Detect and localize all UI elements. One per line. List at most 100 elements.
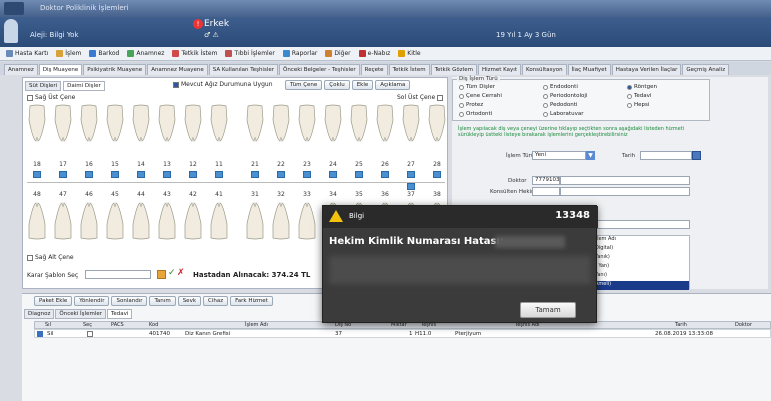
tab-sut-disleri[interactable]: Süt Dişleri bbox=[25, 81, 62, 91]
tab-5[interactable]: Önceki Belgeler - Teşhisler bbox=[279, 64, 360, 75]
tooth-13[interactable] bbox=[155, 104, 179, 142]
header-4[interactable]: İşlem Adı bbox=[245, 322, 268, 328]
konsulten-code[interactable] bbox=[532, 187, 560, 196]
tab-11[interactable]: İlaç Muafiyet bbox=[567, 64, 611, 75]
bottom-button-4[interactable]: Sevk bbox=[177, 296, 202, 306]
tooth-42[interactable] bbox=[181, 202, 205, 240]
header-3[interactable]: Kod bbox=[149, 322, 158, 328]
tooth-31[interactable] bbox=[243, 202, 267, 240]
tab-8[interactable]: Tetkik Gözlem bbox=[430, 64, 477, 75]
radio-9[interactable]: Ortodonti bbox=[459, 111, 492, 117]
tooth-43[interactable] bbox=[155, 202, 179, 240]
list-item[interactable]: (Digital) bbox=[593, 245, 689, 254]
doktor-code[interactable]: 7779103 bbox=[532, 176, 560, 185]
tab-12[interactable]: Hastaya Verilen İlaçlar bbox=[611, 64, 682, 75]
tooth-select-icon[interactable] bbox=[111, 171, 119, 178]
bottom-button-5[interactable]: Cihaz bbox=[203, 296, 229, 306]
tooth-select-icon[interactable] bbox=[251, 171, 259, 178]
tooth-46[interactable] bbox=[77, 202, 101, 240]
menu-item-3[interactable]: Anamnez bbox=[124, 49, 167, 58]
tooth-select-icon[interactable] bbox=[85, 171, 93, 178]
tooth-48[interactable] bbox=[25, 202, 49, 240]
list-item[interactable]: (Yanı) bbox=[593, 272, 689, 281]
menu-item-1[interactable]: İşlem bbox=[53, 49, 84, 58]
alert-icon[interactable]: ! bbox=[193, 19, 203, 29]
tab-4[interactable]: SA Kullanılan Teşhisler bbox=[208, 64, 279, 75]
radio-2[interactable]: Röntgen bbox=[627, 84, 657, 90]
sag-alt-checkbox[interactable]: Sağ Alt Çene bbox=[27, 254, 74, 261]
select-checkbox[interactable] bbox=[87, 331, 93, 337]
sol-ust-checkbox[interactable]: Sol Üst Çene bbox=[397, 94, 444, 101]
tab-0[interactable]: Anamnez bbox=[4, 64, 38, 75]
tooth-14[interactable] bbox=[129, 104, 153, 142]
tooth-33[interactable] bbox=[295, 202, 319, 240]
tooth-25[interactable] bbox=[347, 104, 371, 142]
tooth-select-icon[interactable] bbox=[137, 171, 145, 178]
tooth-18[interactable] bbox=[25, 104, 49, 142]
tooth-select-icon[interactable] bbox=[215, 171, 223, 178]
tarih-input[interactable] bbox=[640, 151, 692, 160]
radio-10[interactable]: Laboratuvar bbox=[543, 111, 583, 117]
tab-daimi-disler[interactable]: Daimi Dişler bbox=[63, 81, 105, 91]
bottom-tab-2[interactable]: Tedavi bbox=[107, 309, 133, 319]
radio-7[interactable]: Pedodonti bbox=[543, 102, 577, 108]
header-1[interactable]: Seç bbox=[83, 322, 92, 328]
tooth-32[interactable] bbox=[269, 202, 293, 240]
tooth-select-icon[interactable] bbox=[33, 171, 41, 178]
close-icon[interactable]: ✗ bbox=[177, 268, 185, 278]
tooth-24[interactable] bbox=[321, 104, 345, 142]
tooth-45[interactable] bbox=[103, 202, 127, 240]
header-0[interactable]: Sıl bbox=[45, 322, 51, 328]
mevcut-checkbox[interactable]: Mevcut Ağız Durumuna Uygun bbox=[173, 81, 273, 88]
bottom-button-0[interactable]: Paket Ekle bbox=[34, 296, 73, 306]
calendar-icon[interactable] bbox=[692, 151, 701, 160]
radio-5[interactable]: Tedavi bbox=[627, 93, 651, 99]
menu-item-2[interactable]: Barkod bbox=[86, 49, 122, 58]
tooth-21[interactable] bbox=[243, 104, 267, 142]
tab-1[interactable]: Diş Muayene bbox=[38, 64, 83, 75]
radio-4[interactable]: Periodontoloji bbox=[543, 93, 587, 99]
header-2[interactable]: PACS bbox=[111, 322, 124, 328]
tooth-26[interactable] bbox=[373, 104, 397, 142]
tooth-23[interactable] bbox=[295, 104, 319, 142]
header-9[interactable]: Tarih bbox=[675, 322, 687, 328]
karar-input[interactable] bbox=[85, 270, 151, 279]
tooth-15[interactable] bbox=[103, 104, 127, 142]
bottom-button-2[interactable]: Sonlandır bbox=[111, 296, 148, 306]
coklu-button[interactable]: Çoklu bbox=[324, 80, 350, 90]
folder-icon[interactable] bbox=[157, 270, 166, 279]
tooth-select-icon[interactable] bbox=[355, 171, 363, 178]
list-item[interactable]: İşlem Adı bbox=[593, 236, 689, 245]
menu-item-8[interactable]: e-Nabız bbox=[356, 49, 394, 58]
tooth-17[interactable] bbox=[51, 104, 75, 142]
tab-9[interactable]: Hizmet Kayıt bbox=[477, 64, 521, 75]
tooth-select-icon[interactable] bbox=[277, 171, 285, 178]
ekle-button[interactable]: Ekle bbox=[351, 80, 374, 90]
chevron-down-icon[interactable]: ▼ bbox=[586, 151, 595, 160]
tooth-11[interactable] bbox=[207, 104, 231, 142]
tooth-28[interactable] bbox=[425, 104, 449, 142]
bottom-button-3[interactable]: Tanım bbox=[149, 296, 176, 306]
tab-2[interactable]: Psikiyatrik Muayene bbox=[83, 64, 147, 75]
bottom-button-6[interactable]: Fark Hizmet bbox=[230, 296, 273, 306]
menu-item-6[interactable]: Raporlar bbox=[280, 49, 320, 58]
konsulten-name[interactable] bbox=[560, 187, 690, 196]
tum-cene-button[interactable]: Tüm Çene bbox=[285, 80, 323, 90]
list-item[interactable]: (t Yan) bbox=[593, 263, 689, 272]
tab-13[interactable]: Geçmiş Analiz bbox=[682, 64, 730, 75]
radio-6[interactable]: Protez bbox=[459, 102, 483, 108]
cell-sil[interactable]: Sil bbox=[47, 331, 54, 337]
doktor-name[interactable] bbox=[560, 176, 690, 185]
tooth-41[interactable] bbox=[207, 202, 231, 240]
radio-1[interactable]: Endodonti bbox=[543, 84, 578, 90]
tooth-select-icon[interactable] bbox=[59, 171, 67, 178]
tab-3[interactable]: Anamnez Muayene bbox=[147, 64, 208, 75]
tooth-select-icon[interactable] bbox=[433, 171, 441, 178]
tooth-12[interactable] bbox=[181, 104, 205, 142]
menu-item-5[interactable]: Tıbbi İşlemler bbox=[222, 49, 277, 58]
aciklama-button[interactable]: Açıklama bbox=[375, 80, 411, 90]
tooth-44[interactable] bbox=[129, 202, 153, 240]
tab-7[interactable]: Tetkik İstem bbox=[388, 64, 430, 75]
menu-item-9[interactable]: Kitle bbox=[395, 49, 423, 58]
bottom-button-1[interactable]: Yönlendir bbox=[74, 296, 110, 306]
